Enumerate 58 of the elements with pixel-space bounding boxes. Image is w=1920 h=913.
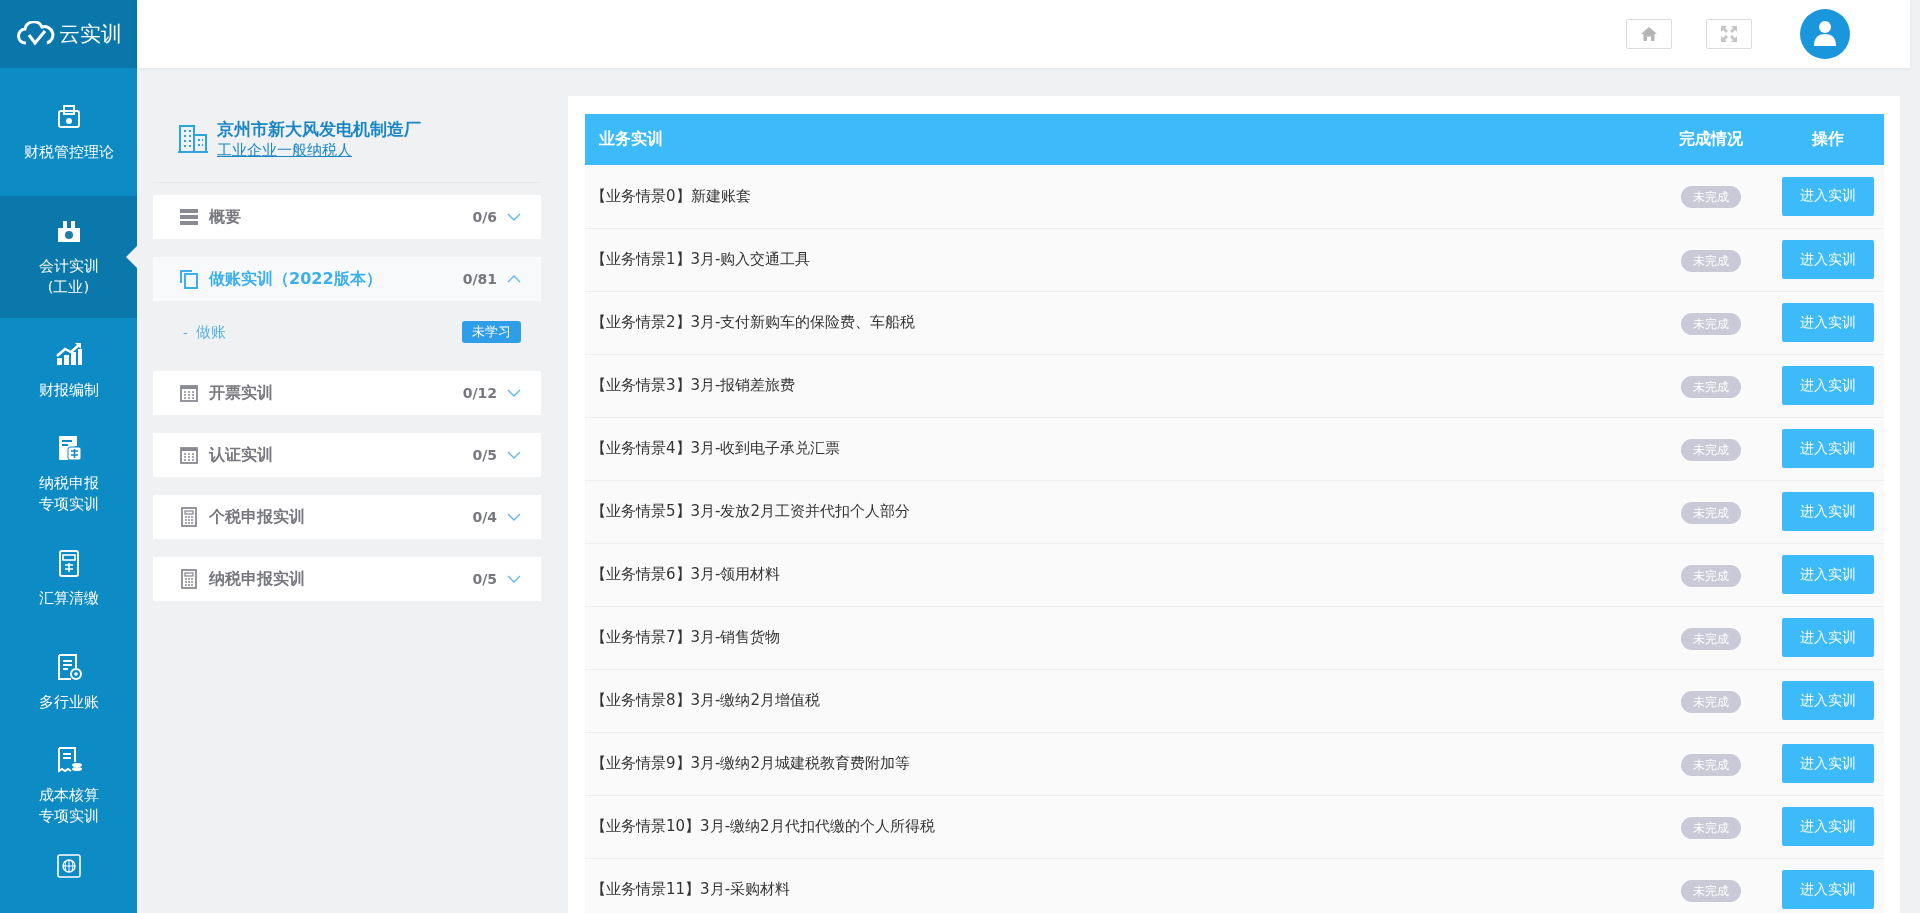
table-cell: 【业务情景4】3月-收到电子承兑汇票 <box>585 417 1650 480</box>
sidebar-item[interactable]: 纳税申报 专项实训 <box>0 422 137 526</box>
dash-marker: - <box>183 324 188 340</box>
section-title: 开票实训 <box>209 382 274 404</box>
enter-button[interactable]: 进入实训 <box>1782 240 1874 279</box>
table-cell: 【业务情景0】新建账套 <box>585 165 1650 228</box>
section-count: 0/6 <box>472 209 497 225</box>
table-cell: 【业务情景11】3月-采购材料 <box>585 858 1650 913</box>
table-cell: 【业务情景7】3月-销售货物 <box>585 606 1650 669</box>
table-cell: 【业务情景8】3月-缴纳2月增值税 <box>585 669 1650 732</box>
section-title: 认证实训 <box>209 444 274 466</box>
section-count: 0/81 <box>462 271 497 287</box>
accordion-header[interactable]: 开票实训 0/12 <box>153 371 541 415</box>
table-cell: 【业务情景9】3月-缴纳2月城建税教育费附加等 <box>585 732 1650 795</box>
section-count: 0/5 <box>472 571 497 587</box>
sidebar-item[interactable]: 成本核算 专项实训 <box>0 734 137 838</box>
section-title: 概要 <box>209 206 242 228</box>
accordion-header[interactable]: 概要 0/6 <box>153 195 541 239</box>
company-type: 工业企业一般纳税人 <box>217 141 353 160</box>
accordion-header[interactable]: 认证实训 0/5 <box>153 433 541 477</box>
company-name: 京州市新大风发电机制造厂 <box>217 118 421 141</box>
section-count: 0/12 <box>462 385 497 401</box>
enter-button[interactable]: 进入实训 <box>1782 744 1874 783</box>
sidebar-item[interactable]: 财税管控理论 <box>0 68 137 196</box>
section-count: 0/5 <box>472 447 497 463</box>
table-cell: 【业务情景1】3月-购入交通工具 <box>585 228 1650 291</box>
column-header: 操作 <box>1772 114 1884 165</box>
enter-button[interactable]: 进入实训 <box>1782 681 1874 720</box>
enter-button[interactable]: 进入实训 <box>1782 429 1874 468</box>
enter-button[interactable]: 进入实训 <box>1782 492 1874 531</box>
accordion-header[interactable]: 个税申报实训 0/4 <box>153 495 541 539</box>
section-title: 个税申报实训 <box>209 506 306 528</box>
section-title: 纳税申报实训 <box>209 568 306 590</box>
sidebar-item[interactable]: 会计实训 (工业) <box>0 196 137 318</box>
enter-button[interactable]: 进入实训 <box>1782 807 1874 846</box>
sidebar-item[interactable]: 财报编制 <box>0 318 137 422</box>
enter-button[interactable]: 进入实训 <box>1782 303 1874 342</box>
table-cell: 【业务情景10】3月-缴纳2月代扣代缴的个人所得税 <box>585 795 1650 858</box>
accordion-header[interactable]: 纳税申报实训 0/5 <box>153 557 541 601</box>
enter-button[interactable]: 进入实训 <box>1782 870 1874 909</box>
status-badge: 未学习 <box>462 321 521 343</box>
table-cell: 【业务情景6】3月-领用材料 <box>585 543 1650 606</box>
enter-button[interactable]: 进入实训 <box>1782 555 1874 594</box>
lesson-link[interactable]: 做账 <box>195 322 462 342</box>
table-cell: 【业务情景5】3月-发放2月工资并代扣个人部分 <box>585 480 1650 543</box>
table-cell: 【业务情景3】3月-报销差旅费 <box>585 354 1650 417</box>
enter-button[interactable]: 进入实训 <box>1782 176 1874 216</box>
section-count: 0/4 <box>472 509 497 525</box>
accordion-header[interactable]: 做账实训（2022版本） 0/81 <box>153 257 541 301</box>
sidebar-item[interactable]: 汇算清缴 <box>0 526 137 630</box>
logo-text: 云实训 <box>58 21 122 48</box>
column-header: 完成情况 <box>1650 114 1772 165</box>
table-cell: 【业务情景2】3月-支付新购车的保险费、车船税 <box>585 291 1650 354</box>
enter-button[interactable]: 进入实训 <box>1782 618 1874 657</box>
column-header: 业务实训 <box>585 114 1650 165</box>
enter-button[interactable]: 进入实训 <box>1782 366 1874 405</box>
section-title: 做账实训（2022版本） <box>209 268 383 290</box>
sidebar-item[interactable]: 多行业账 <box>0 630 137 734</box>
